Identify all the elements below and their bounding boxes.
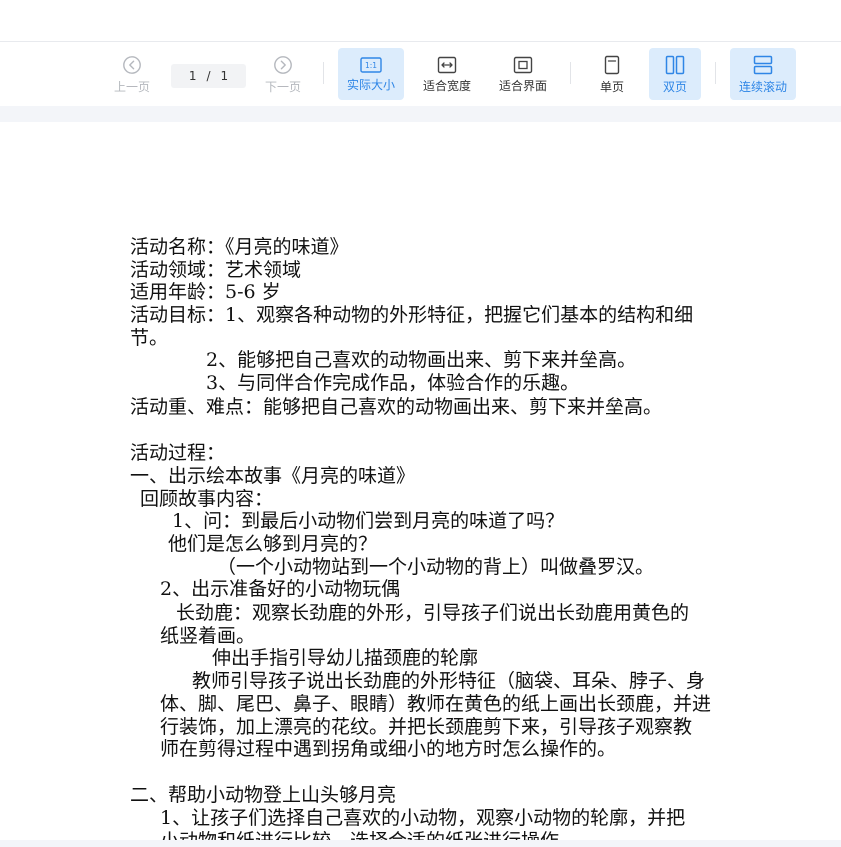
- double-page-icon: [665, 55, 685, 74]
- doc-line: 教师引导孩子说出长劲鹿的外形特征（脑袋、耳朵、脖子、身: [192, 670, 706, 692]
- fit-page-icon: [513, 56, 533, 73]
- doc-line: 伸出手指引导幼儿描颈鹿的轮廓: [212, 647, 479, 669]
- doc-line: 回顾故事内容：: [140, 488, 274, 510]
- chevron-left-circle-icon: [123, 55, 141, 74]
- toolbar-divider: [715, 62, 716, 84]
- doc-line: 1、问：到最后小动物们尝到月亮的味道了吗？: [172, 510, 565, 532]
- fit-page-label: 适合界面: [498, 78, 547, 93]
- page-current: 1: [188, 69, 197, 83]
- doc-line: 3、与同伴合作完成作品，体验合作的乐趣。: [206, 372, 580, 394]
- doc-line: 二、帮助小动物登上山头够月亮: [130, 784, 397, 806]
- doc-line: 体、脚、尾巴、鼻子、眼睛）教师在黄色的纸上画出长颈鹿，并进: [160, 693, 712, 715]
- next-page-button[interactable]: 下一页: [259, 48, 307, 100]
- page-bottom-gutter: [0, 840, 841, 847]
- doc-line: 他们是怎么够到月亮的？: [168, 533, 378, 555]
- doc-line: 活动领域：艺术领域: [130, 259, 302, 281]
- doc-line: 活动重、难点：能够把自己喜欢的动物画出来、剪下来并垒高。: [130, 396, 663, 418]
- fit-page-button[interactable]: 适合界面: [493, 48, 553, 100]
- doc-line: 1、让孩子们选择自己喜欢的小动物，观察小动物的轮廓，并把: [160, 807, 686, 829]
- doc-line: （一个小动物站到一个小动物的背上）叫做叠罗汉。: [217, 556, 655, 578]
- doc-line: 行装饰，加上漂亮的花纹。并把长颈鹿剪下来，引导孩子观察教: [160, 716, 693, 738]
- actual-size-label: 实际大小: [346, 77, 395, 92]
- top-bar: [0, 0, 841, 42]
- toolbar-divider: [570, 62, 571, 84]
- doc-line: 适用年龄：5-6 岁: [130, 281, 281, 303]
- doc-line: 一、出示绘本故事《月亮的味道》: [130, 465, 416, 487]
- actual-size-icon-text: 1:1: [365, 61, 377, 70]
- doc-line: 活动过程：: [130, 442, 226, 464]
- single-page-button[interactable]: 单页: [588, 48, 636, 100]
- fit-width-button[interactable]: 适合宽度: [417, 48, 477, 100]
- doc-line: 活动名称：《月亮的味道》: [130, 236, 349, 258]
- page-total: 1: [220, 69, 229, 83]
- prev-page-label: 上一页: [113, 79, 150, 94]
- document-page: 活动名称：《月亮的味道》 活动领域：艺术领域 适用年龄：5-6 岁 活动目标：1…: [0, 122, 841, 847]
- doc-line: 纸竖着画。: [160, 625, 256, 647]
- fit-width-label: 适合宽度: [422, 78, 471, 93]
- continuous-scroll-button[interactable]: 连续滚动: [730, 48, 796, 100]
- page-separator: /: [206, 69, 211, 83]
- doc-line: 长劲鹿：观察长劲鹿的外形，引导孩子们说出长劲鹿用黄色的: [176, 602, 690, 624]
- single-page-icon: [604, 55, 620, 74]
- next-page-label: 下一页: [264, 79, 301, 94]
- doc-line: 活动目标：1、观察各种动物的外形特征，把握它们基本的结构和细: [130, 304, 694, 326]
- doc-line: 2、出示准备好的小动物玩偶: [160, 578, 401, 600]
- fit-width-icon: [437, 56, 457, 73]
- doc-line: 节。: [130, 327, 169, 349]
- actual-size-icon: 1:1: [360, 56, 382, 73]
- viewer-toolbar: 上一页 1 / 1 下一页 1:1 实际大小 适合宽度 适合界面 单页 双页 连…: [0, 42, 841, 106]
- continuous-scroll-label: 连续滚动: [738, 79, 787, 94]
- single-page-label: 单页: [599, 79, 624, 94]
- page-indicator[interactable]: 1 / 1: [171, 64, 246, 88]
- double-page-label: 双页: [662, 79, 687, 94]
- doc-line: 2、能够把自己喜欢的动物画出来、剪下来并垒高。: [206, 349, 637, 371]
- prev-page-button[interactable]: 上一页: [108, 48, 156, 100]
- actual-size-button[interactable]: 1:1 实际大小: [338, 48, 404, 100]
- page-gutter: [0, 106, 841, 122]
- chevron-right-circle-icon: [274, 55, 292, 74]
- continuous-scroll-icon: [753, 55, 773, 74]
- doc-line: 师在剪得过程中遇到拐角或细小的地方时怎么操作的。: [160, 738, 617, 760]
- double-page-button[interactable]: 双页: [649, 48, 701, 100]
- toolbar-divider: [323, 62, 324, 84]
